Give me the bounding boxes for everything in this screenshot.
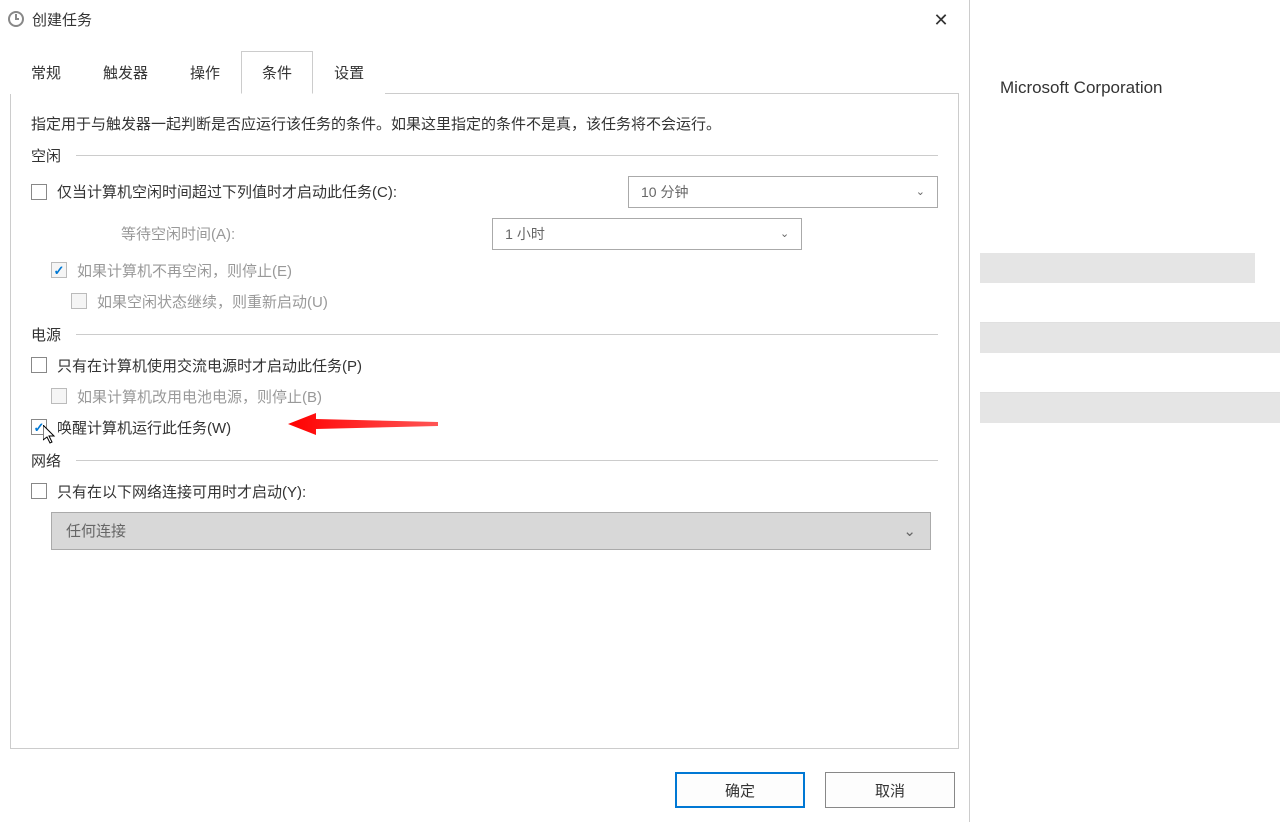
white-bar bbox=[980, 288, 1280, 323]
create-task-dialog: 创建任务 ✕ 常规 触发器 操作 条件 设置 指定用于与触发器一起判断是否应运行… bbox=[0, 0, 970, 822]
tab-content-conditions: 指定用于与触发器一起判断是否应运行该任务的条件。如果这里指定的条件不是真，该任务… bbox=[10, 94, 959, 749]
clock-icon bbox=[8, 11, 24, 27]
stop-if-not-idle-checkbox[interactable] bbox=[51, 262, 67, 278]
idle-section-label: 空闲 bbox=[31, 145, 61, 166]
stop-on-battery-label: 如果计算机改用电池电源，则停止(B) bbox=[77, 386, 322, 407]
start-on-ac-label: 只有在计算机使用交流电源时才启动此任务(P) bbox=[57, 355, 362, 376]
grey-bar bbox=[980, 393, 1280, 423]
power-section-header: 电源 bbox=[31, 324, 938, 345]
stop-on-battery-checkbox[interactable] bbox=[51, 388, 67, 404]
idle-section-header: 空闲 bbox=[31, 145, 938, 166]
start-on-network-row: 只有在以下网络连接可用时才启动(Y): bbox=[31, 481, 938, 502]
tab-actions[interactable]: 操作 bbox=[169, 51, 241, 94]
wake-to-run-checkbox[interactable] bbox=[31, 419, 47, 435]
stop-if-not-idle-label: 如果计算机不再空闲，则停止(E) bbox=[77, 260, 292, 281]
start-on-ac-checkbox[interactable] bbox=[31, 357, 47, 373]
power-section-label: 电源 bbox=[31, 324, 61, 345]
tab-conditions[interactable]: 条件 bbox=[241, 51, 313, 94]
wake-to-run-label: 唤醒计算机运行此任务(W) bbox=[57, 417, 231, 438]
idle-duration-value: 10 分钟 bbox=[641, 182, 688, 202]
dialog-title: 创建任务 bbox=[32, 9, 92, 30]
start-on-ac-row: 只有在计算机使用交流电源时才启动此任务(P) bbox=[31, 355, 938, 376]
white-bar bbox=[980, 358, 1280, 393]
dialog-buttons: 确定 取消 bbox=[675, 772, 955, 808]
tab-strip: 常规 触发器 操作 条件 设置 bbox=[10, 50, 959, 94]
wait-duration-dropdown[interactable]: 1 小时 ⌄ bbox=[492, 218, 802, 250]
start-on-idle-checkbox[interactable] bbox=[31, 184, 47, 200]
tab-triggers[interactable]: 触发器 bbox=[82, 51, 169, 94]
restart-on-idle-row: 如果空闲状态继续，则重新启动(U) bbox=[31, 291, 938, 312]
chevron-down-icon: ⌄ bbox=[903, 522, 916, 540]
title-bar: 创建任务 ✕ bbox=[0, 0, 969, 38]
ok-button[interactable]: 确定 bbox=[675, 772, 805, 808]
stop-on-battery-row: 如果计算机改用电池电源，则停止(B) bbox=[31, 386, 938, 407]
right-panel: Microsoft Corporation bbox=[970, 0, 1280, 822]
wait-idle-label: 等待空闲时间(A): bbox=[121, 223, 235, 244]
wait-idle-row: 等待空闲时间(A): 1 小时 ⌄ bbox=[31, 218, 938, 250]
chevron-down-icon: ⌄ bbox=[916, 185, 925, 198]
restart-on-idle-checkbox[interactable] bbox=[71, 293, 87, 309]
cancel-button[interactable]: 取消 bbox=[825, 772, 955, 808]
grey-bar bbox=[980, 323, 1280, 353]
background-bars bbox=[970, 253, 1280, 423]
network-connection-value: 任何连接 bbox=[66, 520, 126, 541]
wait-duration-value: 1 小时 bbox=[505, 224, 545, 244]
idle-duration-dropdown[interactable]: 10 分钟 ⌄ bbox=[628, 176, 938, 208]
tab-area: 常规 触发器 操作 条件 设置 指定用于与触发器一起判断是否应运行该任务的条件。… bbox=[0, 38, 969, 749]
tab-settings[interactable]: 设置 bbox=[313, 51, 385, 94]
start-on-idle-row: 仅当计算机空闲时间超过下列值时才启动此任务(C): 10 分钟 ⌄ bbox=[31, 176, 938, 208]
start-on-network-checkbox[interactable] bbox=[31, 483, 47, 499]
divider bbox=[76, 155, 938, 156]
network-section-header: 网络 bbox=[31, 450, 938, 471]
company-label: Microsoft Corporation bbox=[970, 78, 1280, 98]
wake-to-run-row: 唤醒计算机运行此任务(W) bbox=[31, 417, 938, 438]
close-button[interactable]: ✕ bbox=[929, 8, 953, 32]
start-on-network-label: 只有在以下网络连接可用时才启动(Y): bbox=[57, 481, 306, 502]
network-section-label: 网络 bbox=[31, 450, 61, 471]
network-connection-dropdown: 任何连接 ⌄ bbox=[51, 512, 931, 550]
divider bbox=[76, 460, 938, 461]
restart-on-idle-label: 如果空闲状态继续，则重新启动(U) bbox=[97, 291, 328, 312]
chevron-down-icon: ⌄ bbox=[780, 227, 789, 240]
conditions-description: 指定用于与触发器一起判断是否应运行该任务的条件。如果这里指定的条件不是真，该任务… bbox=[31, 114, 938, 137]
grey-bar bbox=[980, 253, 1255, 283]
stop-if-not-idle-row: 如果计算机不再空闲，则停止(E) bbox=[31, 260, 938, 281]
tab-general[interactable]: 常规 bbox=[10, 51, 82, 94]
divider bbox=[76, 334, 938, 335]
start-on-idle-label: 仅当计算机空闲时间超过下列值时才启动此任务(C): bbox=[57, 181, 397, 202]
